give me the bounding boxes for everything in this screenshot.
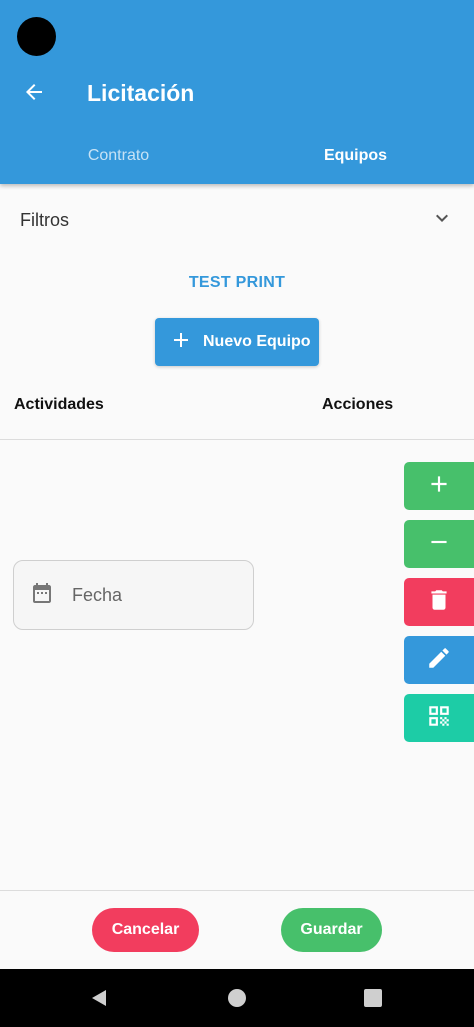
calendar-icon	[30, 581, 54, 610]
test-print-button[interactable]: TEST PRINT	[0, 274, 474, 292]
delete-button[interactable]	[404, 578, 474, 626]
screen: Licitación Contrato Equipos Filtros TEST…	[0, 0, 474, 1027]
qr-code-icon	[426, 703, 452, 734]
remove-activity-button[interactable]	[404, 520, 474, 568]
date-input[interactable]: Fecha	[13, 560, 254, 630]
tab-contrato[interactable]: Contrato	[0, 128, 237, 184]
edit-button[interactable]	[404, 636, 474, 684]
new-equipment-label: Nuevo Equipo	[203, 333, 311, 350]
nav-recents-icon[interactable]	[364, 989, 382, 1007]
back-button[interactable]	[14, 76, 54, 112]
activities-header: Actividades	[14, 396, 104, 413]
plus-icon	[426, 471, 452, 502]
trash-icon	[426, 587, 452, 618]
actions-header: Acciones	[322, 396, 394, 413]
chevron-down-icon	[430, 206, 454, 235]
pencil-icon	[426, 645, 452, 676]
plus-icon	[169, 328, 193, 357]
arrow-left-icon	[22, 80, 46, 109]
table-header: Actividades Acciones	[0, 394, 474, 418]
nav-home-icon[interactable]	[228, 989, 246, 1007]
save-button[interactable]: Guardar	[281, 908, 382, 952]
qr-code-button[interactable]	[404, 694, 474, 742]
minus-icon	[426, 529, 452, 560]
page-title: Licitación	[87, 80, 195, 106]
footer-divider	[0, 890, 474, 891]
add-activity-button[interactable]	[404, 462, 474, 510]
nav-back-icon[interactable]	[88, 987, 110, 1009]
tab-bar: Contrato Equipos	[0, 128, 474, 184]
date-placeholder: Fecha	[72, 584, 123, 605]
tab-equipos[interactable]: Equipos	[237, 128, 474, 184]
camera-cutout	[17, 17, 56, 56]
divider	[0, 439, 474, 440]
filters-label: Filtros	[20, 209, 69, 230]
cancel-button[interactable]: Cancelar	[92, 908, 199, 952]
app-bar: Licitación Contrato Equipos	[0, 0, 474, 184]
filters-expander[interactable]: Filtros	[0, 192, 474, 248]
new-equipment-button[interactable]: Nuevo Equipo	[155, 318, 319, 366]
